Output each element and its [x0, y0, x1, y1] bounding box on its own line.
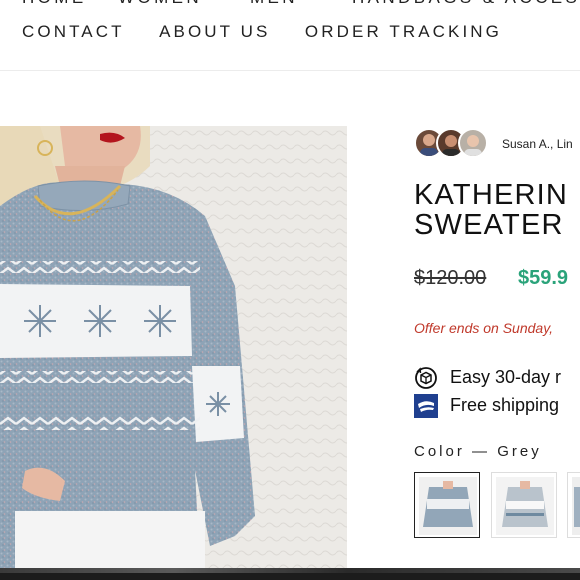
nav-link-order-tracking[interactable]: ORDER TRACKING	[305, 22, 502, 41]
video-bottom-bar	[0, 568, 580, 580]
header-divider	[0, 70, 580, 71]
product-title-line2: SWEATER	[414, 209, 564, 241]
nav-link-handbags-accessories[interactable]: HANDBAGS & ACCES	[352, 0, 580, 8]
color-value: Grey	[497, 443, 542, 460]
swatch-thumbnail	[572, 477, 580, 535]
product-main-image[interactable]	[0, 126, 347, 570]
color-swatch-partial[interactable]	[567, 472, 580, 538]
nav-link-home[interactable]: HOME	[22, 0, 87, 8]
usps-shipping-icon	[414, 394, 438, 418]
nav-link-men[interactable]: MEN	[250, 0, 298, 8]
nav-link-women[interactable]: WOMEN	[118, 0, 202, 8]
avatar	[458, 128, 488, 158]
sweater-photo-illustration	[0, 126, 347, 570]
perk-shipping-text: Free shipping	[450, 395, 560, 415]
original-price: $120.00	[414, 267, 487, 289]
swatch-thumbnail	[496, 477, 554, 535]
perk-returns-text: Easy 30-day r	[450, 367, 562, 387]
top-nav-row: HOME WOMEN MEN HANDBAGS & ACCES	[0, 0, 580, 8]
swatch-thumbnail	[419, 477, 477, 535]
reviewer-avatars	[414, 128, 494, 160]
nav-link-about-us[interactable]: ABOUT US	[159, 22, 270, 41]
returns-box-icon	[415, 367, 437, 389]
color-separator: —	[472, 443, 491, 460]
color-swatch-grey[interactable]	[414, 472, 480, 538]
color-swatch-light-grey[interactable]	[491, 472, 557, 538]
offer-countdown: Offer ends on Sunday,	[414, 320, 554, 336]
product-title: KATHERIN SWEATER	[414, 180, 568, 240]
secondary-nav-row: CONTACT ABOUT US ORDER TRACKING	[22, 22, 532, 46]
color-label-text: Color	[414, 443, 465, 460]
sale-price: $59.9	[518, 267, 569, 289]
product-title-line1: KATHERIN	[414, 179, 569, 211]
color-label: Color — Grey	[414, 443, 542, 460]
nav-link-contact[interactable]: CONTACT	[22, 22, 125, 41]
reviewer-names: Susan A., Lin	[502, 137, 573, 151]
